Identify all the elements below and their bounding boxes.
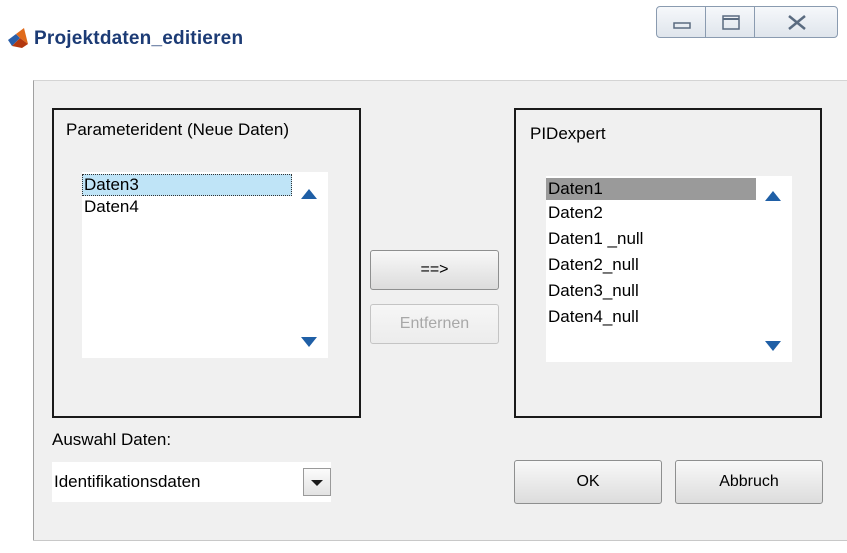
scroll-down-icon[interactable] [300, 336, 318, 348]
scroll-up-icon[interactable] [300, 188, 318, 200]
scroll-down-icon[interactable] [764, 340, 782, 352]
list-item[interactable]: Daten3_null [546, 280, 756, 302]
scroll-up-icon[interactable] [764, 190, 782, 202]
parameterident-panel-title: Parameterident (Neue Daten) [66, 120, 290, 139]
maximize-icon [722, 15, 740, 30]
close-button[interactable] [754, 6, 838, 38]
list-item[interactable]: Daten1 [546, 178, 756, 200]
window-controls [656, 6, 840, 42]
pidexpert-panel-title: PIDexpert [530, 124, 606, 143]
list-item[interactable]: Daten4_null [546, 306, 756, 328]
chevron-down-icon [311, 480, 323, 486]
cancel-button[interactable]: Abbruch [675, 460, 823, 504]
auswahl-label: Auswahl Daten: [52, 430, 172, 449]
data-selection-value: Identifikationsdaten [54, 472, 201, 491]
list-item[interactable]: Daten3 [82, 174, 292, 196]
dropdown-button[interactable] [303, 468, 331, 496]
minimize-icon [673, 22, 691, 29]
list-item[interactable]: Daten1 _null [546, 228, 756, 250]
close-icon [788, 15, 806, 30]
remove-button-label: Entfernen [399, 315, 470, 332]
window-title: Projektdaten_editieren [34, 28, 244, 49]
list-item[interactable]: Daten2_null [546, 254, 756, 276]
dialog-window: Projektdaten_editieren Parameterident (N… [0, 0, 847, 553]
remove-button[interactable]: Entfernen [370, 304, 499, 344]
cancel-button-label: Abbruch [719, 473, 779, 490]
transfer-button[interactable]: ==> [370, 250, 499, 290]
list-item[interactable]: Daten2 [546, 202, 756, 224]
pidexpert-listbox[interactable]: Daten1 Daten2 Daten1 _null Daten2_null D… [546, 176, 792, 362]
ok-button-label: OK [576, 473, 600, 490]
ok-button[interactable]: OK [514, 460, 662, 504]
list-item[interactable]: Daten4 [82, 196, 292, 218]
title-bar[interactable]: Projektdaten_editieren [0, 0, 847, 80]
transfer-button-label: ==> [420, 261, 449, 278]
maximize-button[interactable] [705, 6, 755, 38]
minimize-button[interactable] [656, 6, 706, 38]
dialog-bottom-border [33, 540, 847, 553]
matlab-logo-icon [8, 28, 28, 48]
data-selection-dropdown[interactable]: Identifikationsdaten [52, 462, 331, 502]
parameterident-listbox[interactable]: Daten3 Daten4 [82, 172, 328, 358]
